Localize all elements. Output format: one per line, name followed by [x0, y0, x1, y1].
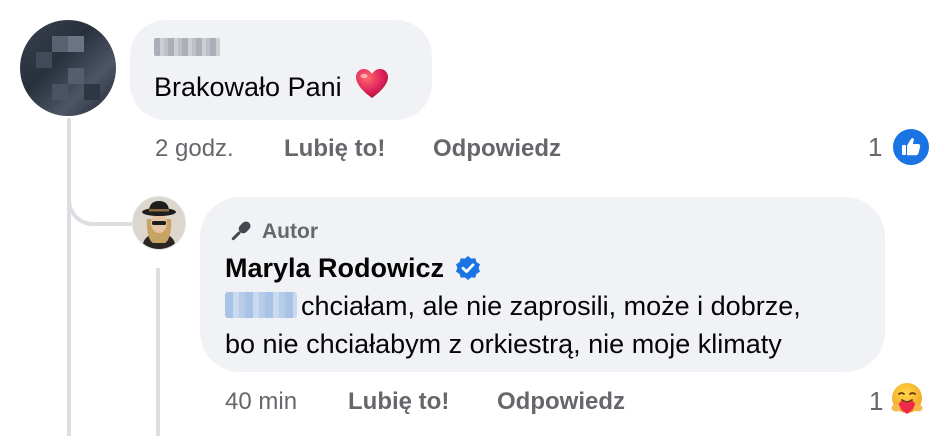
microphone-icon	[225, 217, 255, 252]
reply-text-line2: bo nie chciałabym z orkiestrą, nie moje …	[225, 329, 782, 359]
care-reaction-icon[interactable]	[888, 380, 926, 418]
thread-branch	[67, 180, 133, 226]
blurred-author-name[interactable]	[154, 38, 220, 56]
reply-timestamp[interactable]: 40 min	[225, 388, 297, 416]
reply-text-line1: chciałam, ale nie zaprosili, może i dobr…	[301, 291, 801, 321]
comment-text: Brakowało Pani	[154, 72, 342, 102]
like-button[interactable]: Lubię to!	[284, 135, 385, 163]
author-role-label: Autor	[262, 220, 318, 243]
reply-bubble: Autor Maryla Rodowicz chciałam, ale nie …	[200, 197, 885, 372]
reaction-count[interactable]: 1	[868, 132, 882, 163]
reply-thread-line	[156, 268, 160, 436]
comment-bubble: Brakowało Pani	[130, 20, 432, 120]
reply-like-button[interactable]: Lubię to!	[348, 388, 449, 416]
avatar[interactable]	[20, 20, 116, 116]
comment-timestamp[interactable]: 2 godz.	[155, 135, 234, 163]
author-name[interactable]: Maryla Rodowicz	[225, 253, 444, 284]
like-thumb-icon[interactable]	[890, 126, 932, 168]
blurred-mention-tag[interactable]	[225, 292, 297, 318]
author-avatar[interactable]	[132, 196, 186, 250]
thread-line	[67, 118, 71, 436]
reply-button[interactable]: Odpowiedz	[433, 135, 561, 163]
heart-emoji	[355, 68, 389, 110]
reply-reply-button[interactable]: Odpowiedz	[497, 388, 625, 416]
verified-badge-icon	[454, 255, 482, 283]
reply-reaction-count[interactable]: 1	[869, 386, 883, 417]
